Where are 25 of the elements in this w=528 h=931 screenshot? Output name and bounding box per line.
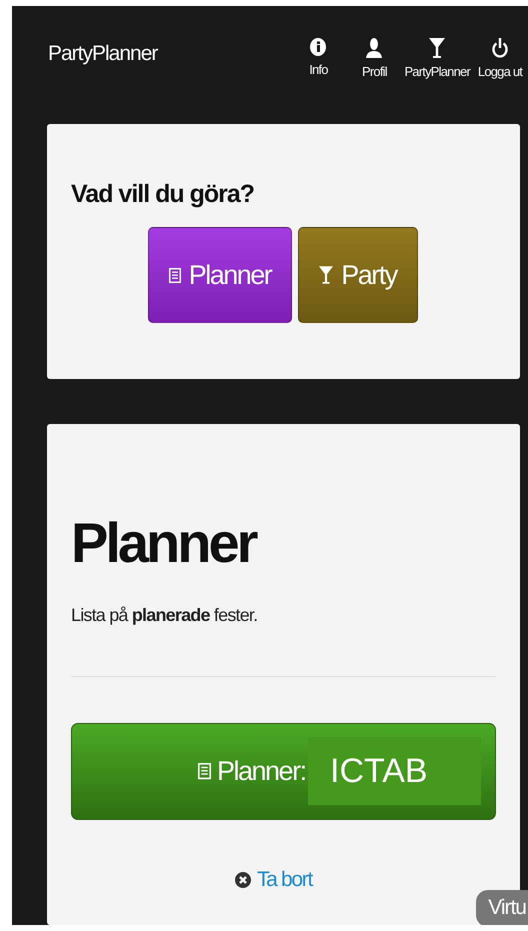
nav-label: PartyPlanner	[404, 64, 470, 79]
nav-link[interactable]: Logga ut	[474, 38, 526, 79]
overlay-label: ICTAB	[308, 737, 481, 805]
person-icon	[366, 38, 382, 58]
card-heading: Vad vill du göra?	[71, 180, 256, 209]
nav-label: Info	[309, 62, 328, 77]
nav-link[interactable]: Info	[292, 38, 344, 79]
cocktail-glass-icon	[319, 266, 334, 284]
planner-title: Planner	[71, 510, 257, 575]
list-icon	[198, 763, 211, 780]
description-text: Lista på planerade fester.	[71, 605, 258, 626]
nav-label: Logga ut	[478, 64, 522, 79]
party-button[interactable]: Party	[298, 227, 418, 323]
cocktail-glass-icon	[429, 38, 446, 58]
corner-badge: Virtu	[476, 890, 528, 925]
planner-action-button[interactable]: Planner: ICTAB	[71, 723, 496, 820]
info-icon	[310, 38, 326, 56]
nav-link[interactable]: Profil	[348, 38, 400, 79]
planner-button[interactable]: Planner	[148, 227, 292, 323]
nav-link[interactable]: PartyPlanner	[404, 38, 470, 79]
list-icon	[168, 268, 181, 282]
remove-icon	[234, 872, 251, 888]
nav-label: Profil	[362, 64, 387, 79]
brand-link[interactable]: PartyPlanner	[48, 42, 158, 66]
power-icon	[492, 38, 508, 58]
